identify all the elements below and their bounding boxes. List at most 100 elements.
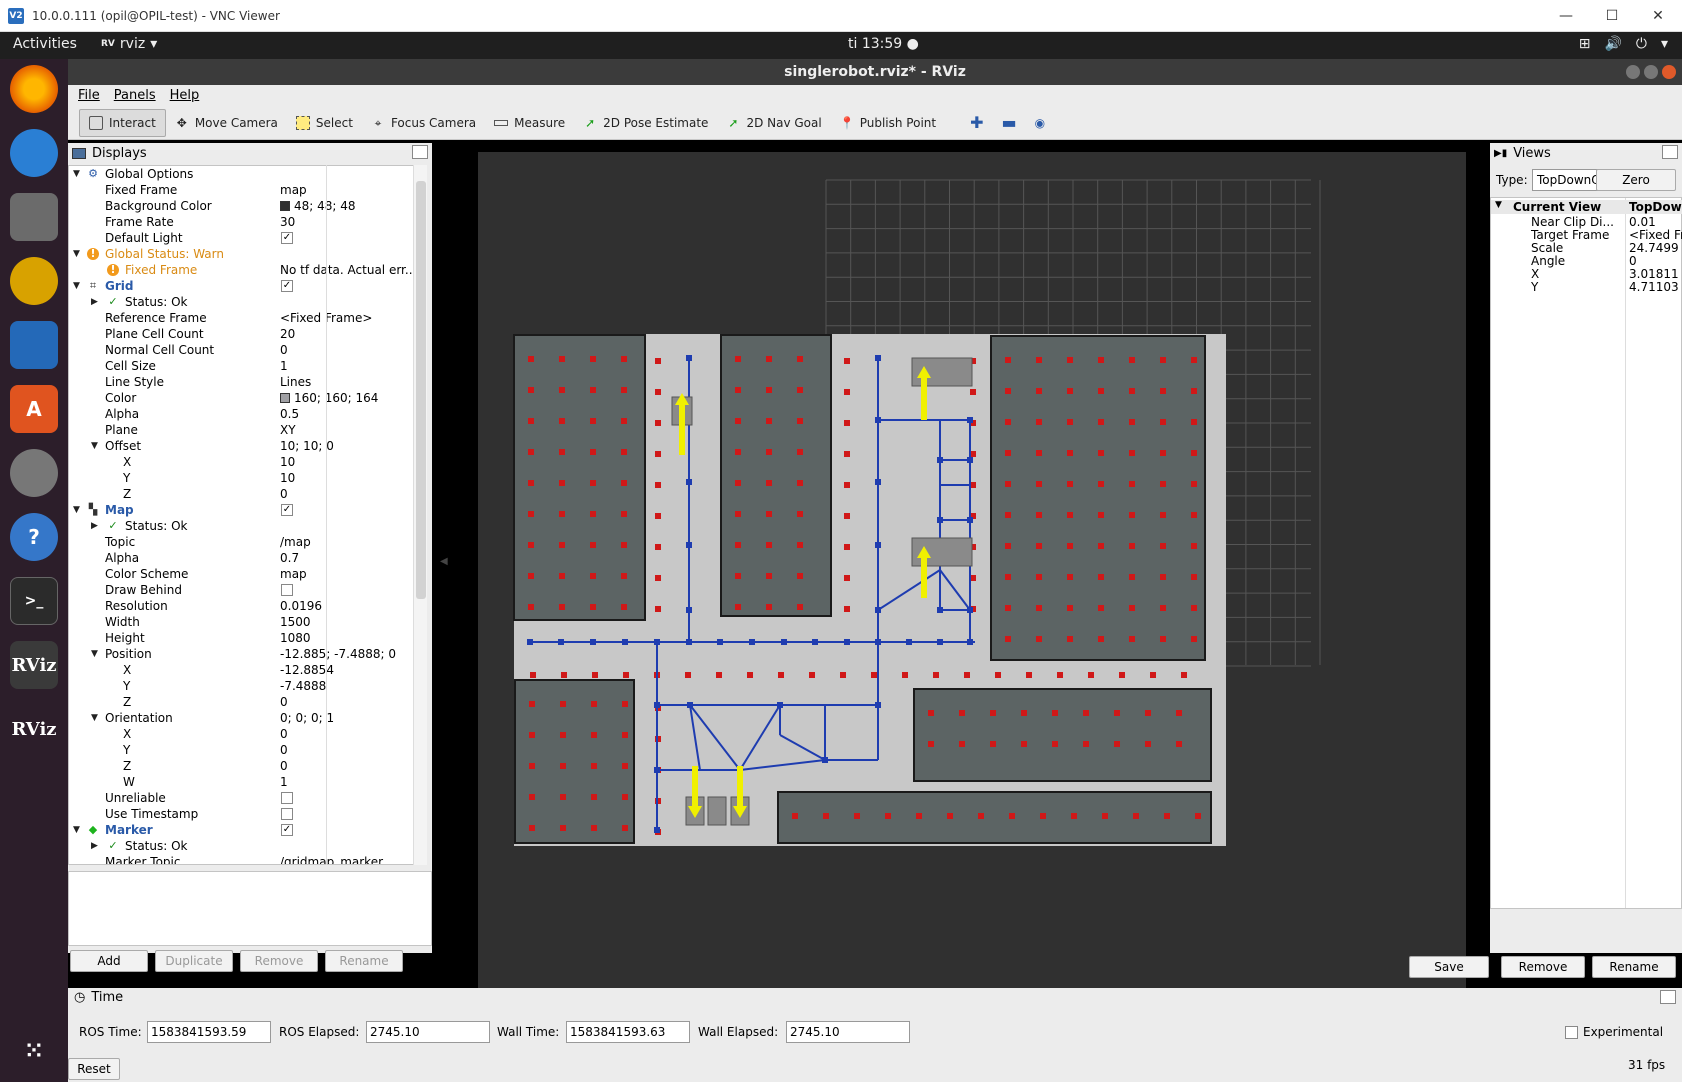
expand-arrow-icon[interactable]: ▼ [91, 646, 98, 662]
nav-goal-tool-button[interactable]: ➚ 2D Nav Goal [717, 109, 830, 137]
thunderbird-icon[interactable] [10, 129, 58, 177]
tree-scrollbar[interactable] [413, 165, 427, 865]
display-tree-row[interactable]: Color 160; 160; 164 [69, 390, 416, 406]
display-tree-row[interactable]: Background Color 48; 48; 48 [69, 198, 416, 214]
save-view-button[interactable]: Save [1409, 956, 1489, 978]
display-row-value[interactable]: 1080 [280, 630, 311, 646]
help-icon[interactable]: ? [10, 513, 58, 561]
maximize-icon[interactable] [1644, 65, 1658, 79]
collapsed-arrow-icon[interactable]: ▶ [91, 838, 98, 854]
expand-arrow-icon[interactable]: ▼ [73, 278, 80, 294]
display-tree-row[interactable]: Frame Rate 30 [69, 214, 416, 230]
collapsed-arrow-icon[interactable]: ▶ [91, 294, 98, 310]
display-row-value[interactable]: 30 [280, 214, 295, 230]
rename-view-button[interactable]: Rename [1592, 956, 1676, 978]
interact-tool-button[interactable]: Interact [79, 108, 166, 137]
expand-arrow-icon[interactable]: ▼ [73, 822, 80, 838]
focus-camera-tool-button[interactable]: ⌖ Focus Camera [362, 109, 485, 137]
display-tree-row[interactable]: ▼ Offset 10; 10; 0 [69, 438, 416, 454]
column-divider[interactable] [326, 165, 327, 865]
terminal-icon[interactable]: >_ [10, 577, 58, 625]
display-tree-row[interactable]: Topic/map [69, 534, 416, 550]
display-tree-row[interactable]: Default Light ✓ [69, 230, 416, 246]
display-tree-row[interactable]: Height 1080 [69, 630, 416, 646]
wall-elapsed-field[interactable]: 2745.10 [786, 1021, 910, 1043]
minimize-icon[interactable] [1626, 65, 1640, 79]
display-tree-row[interactable]: X0 [69, 726, 416, 742]
menu-panels[interactable]: Panels [114, 88, 156, 103]
menu-help[interactable]: Help [170, 88, 200, 103]
settings-icon[interactable] [10, 449, 58, 497]
display-row-value[interactable]: 48; 48; 48 [280, 198, 356, 214]
files-icon[interactable] [10, 193, 58, 241]
display-row-value[interactable]: /map [280, 534, 311, 550]
display-row-value[interactable]: 1 [280, 358, 288, 374]
view-property-value[interactable]: 4.71103 [1629, 281, 1679, 294]
display-tree-row[interactable]: Resolution 0.0196 [69, 598, 416, 614]
display-tree-row[interactable]: ▼! Global Status: Warn [69, 246, 416, 262]
remove-button[interactable]: Remove [240, 950, 318, 972]
display-tree-row[interactable]: Alpha 0.7 [69, 550, 416, 566]
display-row-value[interactable]: 160; 160; 164 [280, 390, 378, 406]
display-row-value[interactable]: 0.0196 [280, 598, 322, 614]
display-tree-row[interactable]: ! Fixed Frame No tf data. Actual err... [69, 262, 416, 278]
add-tool-button[interactable]: ✚ [961, 109, 992, 137]
display-tree-row[interactable]: Y 10 [69, 470, 416, 486]
rviz-icon[interactable]: RViz [10, 641, 58, 689]
display-row-value[interactable]: /gridmap_marker [280, 854, 383, 864]
close-button[interactable]: ✕ [1635, 0, 1681, 32]
duplicate-button[interactable]: Duplicate [155, 950, 233, 972]
display-tree-row[interactable]: Alpha 0.5 [69, 406, 416, 422]
display-tree-row[interactable]: Normal Cell Count 0 [69, 342, 416, 358]
experimental-checkbox[interactable] [1565, 1026, 1578, 1039]
panel-float-button[interactable] [412, 145, 428, 159]
display-tree-row[interactable]: ▼ ◆ Marker ✓ [69, 822, 416, 838]
display-tree-row[interactable]: Color Scheme map [69, 566, 416, 582]
rename-button[interactable]: Rename [325, 950, 403, 972]
display-row-value[interactable]: 1500 [280, 614, 311, 630]
views-property-tree[interactable]: ▼ Current View TopDownOrtho (r... Near C… [1490, 197, 1682, 909]
rviz-icon[interactable]: RViz [10, 705, 58, 753]
display-row-value[interactable]: XY [280, 422, 296, 438]
display-tree-row[interactable]: Z0 [69, 694, 416, 710]
pose-estimate-tool-button[interactable]: ➚ 2D Pose Estimate [574, 109, 717, 137]
render-viewport[interactable] [478, 152, 1466, 1041]
display-tree-row[interactable]: Marker Topic/gridmap_marker [69, 854, 416, 864]
expand-arrow-icon[interactable]: ▼ [73, 246, 80, 262]
ros-time-field[interactable]: 1583841593.59 [147, 1021, 271, 1043]
display-row-value[interactable]: 0 [280, 726, 288, 742]
display-tree-row[interactable]: ▶ ✓ Status: Ok [69, 838, 416, 854]
display-row-value[interactable]: 10 [280, 470, 295, 486]
display-tree-row[interactable]: Plane XY [69, 422, 416, 438]
zero-button[interactable]: Zero [1596, 169, 1676, 191]
maximize-button[interactable]: ☐ [1589, 0, 1635, 32]
firefox-icon[interactable] [10, 65, 58, 113]
enabled-checkbox[interactable]: ✓ [281, 232, 293, 244]
tool-properties-button[interactable]: ◉ [1026, 109, 1054, 137]
display-row-value[interactable]: 0 [280, 486, 288, 502]
view-property-row[interactable]: Y 4.71103 [1491, 281, 1682, 294]
displays-tree[interactable]: ▼ ⚙ Global Options Fixed Frame map Background… [68, 165, 417, 865]
display-tree-row[interactable]: Fixed Frame map [69, 182, 416, 198]
current-view-row[interactable]: ▼ Current View TopDownOrtho (r... [1491, 200, 1682, 214]
display-tree-row[interactable]: Z0 [69, 486, 416, 502]
display-tree-row[interactable]: Line Style Lines [69, 374, 416, 390]
enabled-checkbox[interactable] [281, 792, 293, 804]
wall-time-field[interactable]: 1583841593.63 [566, 1021, 690, 1043]
minimize-button[interactable]: — [1543, 0, 1589, 32]
expand-arrow-icon[interactable]: ▼ [91, 438, 98, 454]
remove-tool-button[interactable]: ▬ [993, 109, 1026, 137]
display-row-value[interactable]: No tf data. Actual err... [280, 262, 416, 278]
add-button[interactable]: Add [70, 950, 148, 972]
display-row-value[interactable]: 0 [280, 758, 288, 774]
reset-button[interactable]: Reset [68, 1058, 120, 1080]
display-tree-row[interactable]: ▼ ⌗ Grid ✓ [69, 278, 416, 294]
display-row-value[interactable]: Lines [280, 374, 311, 390]
writer-icon[interactable] [10, 321, 58, 369]
ros-elapsed-field[interactable]: 2745.10 [366, 1021, 490, 1043]
display-tree-row[interactable]: Cell Size 1 [69, 358, 416, 374]
select-tool-button[interactable]: Select [287, 109, 362, 137]
display-tree-row[interactable]: ▶ ✓ Status: Ok [69, 518, 416, 534]
enabled-checkbox[interactable] [281, 808, 293, 820]
display-row-value[interactable]: 20 [280, 326, 295, 342]
